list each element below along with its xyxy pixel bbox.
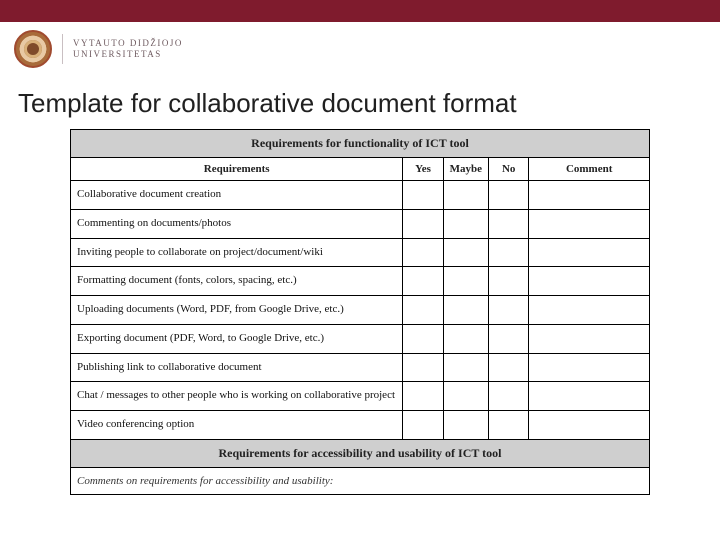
table-row: Collaborative document creation bbox=[71, 181, 650, 210]
section-header-row: Requirements for functionality of ICT to… bbox=[71, 130, 650, 158]
yes-cell bbox=[403, 411, 443, 440]
maybe-cell bbox=[443, 209, 488, 238]
table-row: Exporting document (PDF, Word, to Google… bbox=[71, 324, 650, 353]
requirements-table-wrap: Requirements for functionality of ICT to… bbox=[0, 129, 720, 495]
maybe-cell bbox=[443, 267, 488, 296]
yes-cell bbox=[403, 296, 443, 325]
comment-cell bbox=[529, 181, 650, 210]
comments-label: Comments on requirements for accessibili… bbox=[71, 467, 650, 494]
university-name-line1: VYTAUTO DIDŽIOJO bbox=[73, 38, 183, 49]
no-cell bbox=[489, 411, 529, 440]
comment-cell bbox=[529, 296, 650, 325]
req-cell: Uploading documents (Word, PDF, from Goo… bbox=[71, 296, 403, 325]
comments-row: Comments on requirements for accessibili… bbox=[71, 467, 650, 494]
col-maybe: Maybe bbox=[443, 158, 488, 181]
table-row: Inviting people to collaborate on projec… bbox=[71, 238, 650, 267]
yes-cell bbox=[403, 209, 443, 238]
no-cell bbox=[489, 181, 529, 210]
req-cell: Exporting document (PDF, Word, to Google… bbox=[71, 324, 403, 353]
yes-cell bbox=[403, 353, 443, 382]
comment-cell bbox=[529, 324, 650, 353]
req-cell: Chat / messages to other people who is w… bbox=[71, 382, 403, 411]
no-cell bbox=[489, 296, 529, 325]
requirements-table: Requirements for functionality of ICT to… bbox=[70, 129, 650, 495]
req-cell: Commenting on documents/photos bbox=[71, 209, 403, 238]
section1-header: Requirements for functionality of ICT to… bbox=[71, 130, 650, 158]
req-cell: Collaborative document creation bbox=[71, 181, 403, 210]
comment-cell bbox=[529, 382, 650, 411]
table-row: Chat / messages to other people who is w… bbox=[71, 382, 650, 411]
comment-cell bbox=[529, 267, 650, 296]
divider bbox=[62, 34, 63, 64]
yes-cell bbox=[403, 238, 443, 267]
comment-cell bbox=[529, 411, 650, 440]
req-cell: Publishing link to collaborative documen… bbox=[71, 353, 403, 382]
yes-cell bbox=[403, 181, 443, 210]
col-no: No bbox=[489, 158, 529, 181]
table-row: Publishing link to collaborative documen… bbox=[71, 353, 650, 382]
no-cell bbox=[489, 209, 529, 238]
yes-cell bbox=[403, 267, 443, 296]
col-comment: Comment bbox=[529, 158, 650, 181]
table-row: Commenting on documents/photos bbox=[71, 209, 650, 238]
section2-header: Requirements for accessibility and usabi… bbox=[71, 439, 650, 467]
no-cell bbox=[489, 267, 529, 296]
req-cell: Video conferencing option bbox=[71, 411, 403, 440]
maybe-cell bbox=[443, 296, 488, 325]
maybe-cell bbox=[443, 238, 488, 267]
no-cell bbox=[489, 324, 529, 353]
brand-top-bar bbox=[0, 0, 720, 22]
no-cell bbox=[489, 353, 529, 382]
maybe-cell bbox=[443, 353, 488, 382]
comment-cell bbox=[529, 209, 650, 238]
university-name: VYTAUTO DIDŽIOJO UNIVERSITETAS bbox=[73, 38, 183, 60]
req-cell: Inviting people to collaborate on projec… bbox=[71, 238, 403, 267]
yes-cell bbox=[403, 324, 443, 353]
maybe-cell bbox=[443, 411, 488, 440]
table-row: Uploading documents (Word, PDF, from Goo… bbox=[71, 296, 650, 325]
header: VYTAUTO DIDŽIOJO UNIVERSITETAS bbox=[0, 22, 720, 74]
comment-cell bbox=[529, 238, 650, 267]
table-row: Formatting document (fonts, colors, spac… bbox=[71, 267, 650, 296]
col-requirements: Requirements bbox=[71, 158, 403, 181]
no-cell bbox=[489, 382, 529, 411]
comment-cell bbox=[529, 353, 650, 382]
maybe-cell bbox=[443, 324, 488, 353]
no-cell bbox=[489, 238, 529, 267]
column-header-row: Requirements Yes Maybe No Comment bbox=[71, 158, 650, 181]
maybe-cell bbox=[443, 181, 488, 210]
logo-inner-icon bbox=[24, 40, 42, 58]
section-header-row-2: Requirements for accessibility and usabi… bbox=[71, 439, 650, 467]
page-title: Template for collaborative document form… bbox=[0, 74, 720, 129]
university-logo-icon bbox=[14, 30, 52, 68]
university-name-line2: UNIVERSITETAS bbox=[73, 49, 183, 60]
table-row: Video conferencing option bbox=[71, 411, 650, 440]
col-yes: Yes bbox=[403, 158, 443, 181]
yes-cell bbox=[403, 382, 443, 411]
maybe-cell bbox=[443, 382, 488, 411]
req-cell: Formatting document (fonts, colors, spac… bbox=[71, 267, 403, 296]
